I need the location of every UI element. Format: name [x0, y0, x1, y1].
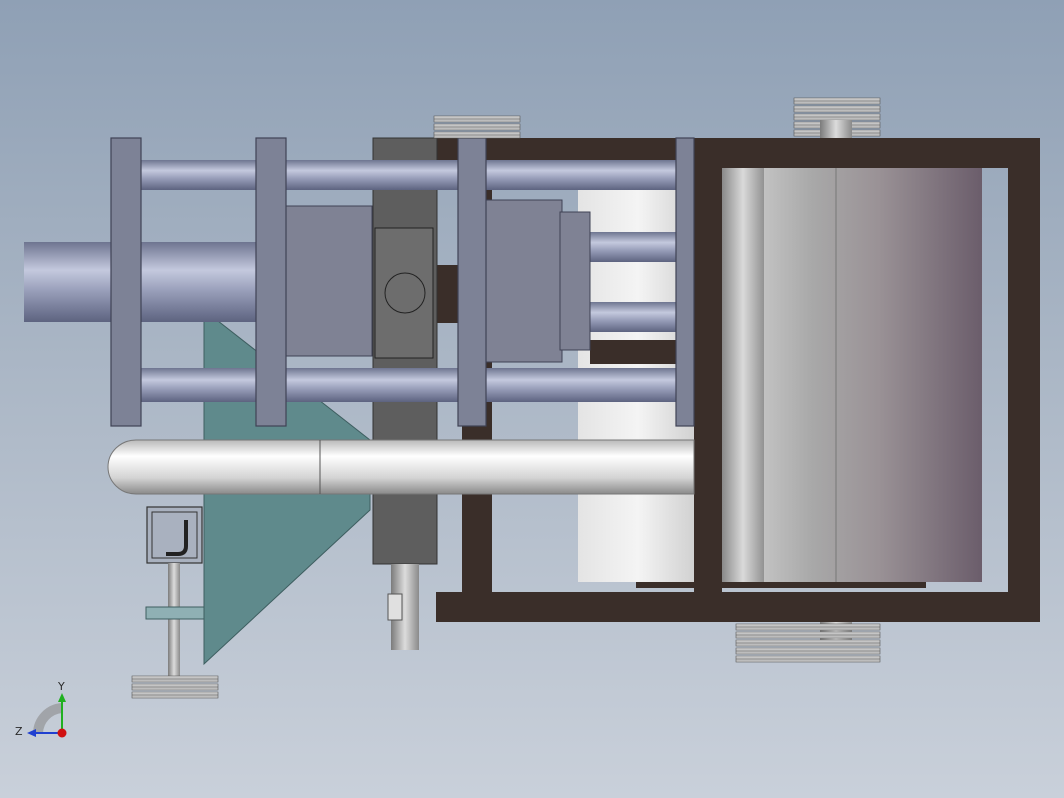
slider-block-right [485, 199, 563, 363]
horizontal-pipe [107, 439, 695, 495]
pulley-top-left [433, 115, 521, 139]
slider-block-left [283, 205, 373, 357]
bearing-circle [384, 272, 426, 314]
z-axis-label: Z [15, 725, 23, 738]
origin-dot [57, 728, 67, 738]
y-axis-label: Y [57, 680, 65, 693]
pulley-bottom-left [131, 675, 219, 699]
pulley-top-right [793, 97, 881, 138]
coordinate-triad: Y Z [15, 680, 67, 738]
pulley-bottom-right [735, 622, 881, 663]
roller-end-cap [722, 168, 764, 582]
cad-viewport[interactable]: Y Z [0, 0, 1064, 798]
slider-block-step [559, 211, 591, 351]
assembly-drawing: Y Z [15, 97, 1040, 738]
sensor-post [168, 563, 180, 679]
